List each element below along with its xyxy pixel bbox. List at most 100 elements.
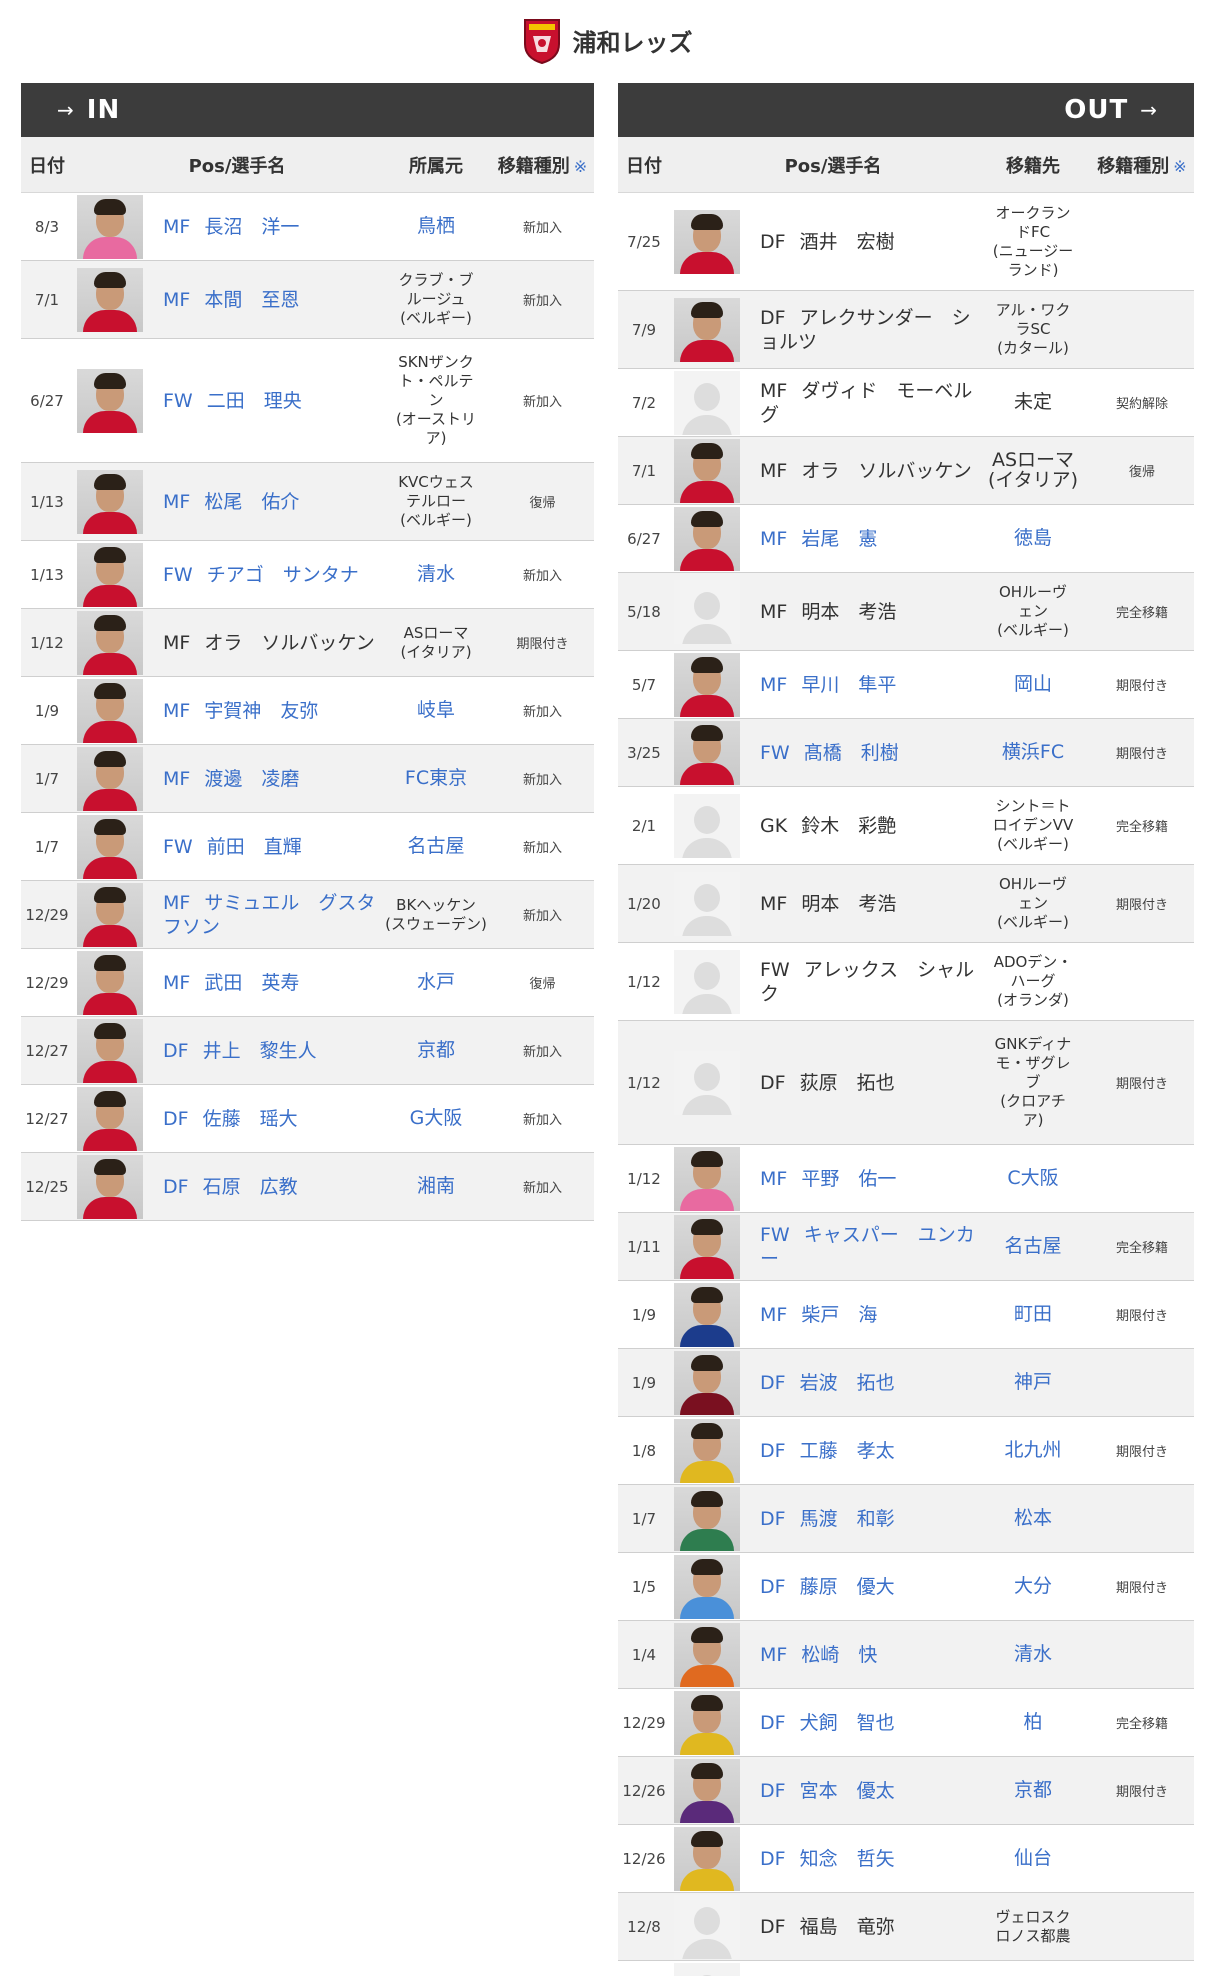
player-name[interactable]: 長沼 洋一 xyxy=(204,216,299,238)
table-row[interactable]: 6/27 FW 二田 理央 SKNザンク ト・ペルテ ン (オーストリ ア) 新加入 xyxy=(21,339,594,463)
player-photo[interactable] xyxy=(674,652,740,717)
club-cell[interactable]: 名古屋 xyxy=(976,1236,1090,1257)
player-name[interactable]: 馬渡 和彰 xyxy=(800,1508,895,1530)
player-photo[interactable] xyxy=(77,882,143,947)
player-photo[interactable] xyxy=(77,746,143,811)
player-name-cell[interactable]: FW 髙橋 利樹 xyxy=(744,741,976,765)
club-cell[interactable]: 岡山 xyxy=(976,674,1090,695)
club-name[interactable]: 京都 xyxy=(417,1039,455,1061)
table-row[interactable]: 12/26 DF 宮本 優太 京都 期限付き xyxy=(618,1757,1194,1825)
table-row[interactable]: 1/12 DF 荻原 拓也 GNKディナ モ・ザグレ ブ (クロアチ ア) 期限付き xyxy=(618,1021,1194,1145)
player-name[interactable]: 平野 佑一 xyxy=(801,1168,896,1190)
player-name-cell[interactable]: MF 早川 隼平 xyxy=(744,673,976,697)
player-name-cell[interactable]: DF 知念 哲矢 xyxy=(744,1847,976,1871)
player-name[interactable]: 犬飼 智也 xyxy=(800,1712,895,1734)
player-name[interactable]: 佐藤 瑶大 xyxy=(203,1108,298,1130)
club-cell[interactable]: C大阪 xyxy=(976,1168,1090,1189)
club-cell[interactable]: 京都 xyxy=(381,1039,491,1061)
table-row[interactable]: 1/12 MF オラ ソルバッケン ASローマ (イタリア) 期限付き xyxy=(21,609,594,677)
player-name[interactable]: 石原 広教 xyxy=(203,1176,298,1198)
club-cell[interactable]: 水戸 xyxy=(381,972,491,993)
player-photo[interactable] xyxy=(77,1018,143,1083)
club-name[interactable]: 京都 xyxy=(1014,1779,1052,1801)
table-row[interactable]: 12/27 DF 佐藤 瑶大 G大阪 新加入 xyxy=(21,1085,594,1153)
table-row[interactable]: 12/25 DF 石原 広教 湘南 新加入 xyxy=(21,1153,594,1221)
player-name-cell[interactable]: DF 石原 広教 xyxy=(147,1175,381,1199)
player-name-cell[interactable]: FW キャスパー ユンカー xyxy=(744,1223,976,1271)
club-name[interactable]: FC東京 xyxy=(405,767,467,789)
table-row[interactable]: 1/5 DF 藤原 優大 大分 期限付き xyxy=(618,1553,1194,1621)
player-photo[interactable] xyxy=(674,1146,740,1211)
club-name[interactable]: 湘南 xyxy=(417,1175,455,1197)
player-name[interactable]: サミュエル グスタフソン xyxy=(163,892,375,938)
player-name[interactable]: 岩波 拓也 xyxy=(800,1372,895,1394)
club-name[interactable]: 仙台 xyxy=(1014,1847,1052,1869)
player-photo[interactable] xyxy=(674,1418,740,1483)
player-photo[interactable] xyxy=(77,678,143,743)
table-row[interactable]: 7/1 MF オラ ソルバッケン ASローマ (イタリア) 復帰 xyxy=(618,437,1194,505)
player-name[interactable]: キャスパー ユンカー xyxy=(760,1224,975,1270)
player-name-cell[interactable]: MF 宇賀神 友弥 xyxy=(147,699,381,723)
player-name[interactable]: 柴戸 海 xyxy=(801,1304,877,1326)
player-name-cell[interactable]: DF 宮本 優太 xyxy=(744,1779,976,1803)
club-cell[interactable]: G大阪 xyxy=(381,1108,491,1129)
table-row[interactable]: 6/27 MF 岩尾 憲 徳島 xyxy=(618,505,1194,573)
player-name-cell[interactable]: MF 岩尾 憲 xyxy=(744,527,976,551)
club-cell[interactable]: 徳島 xyxy=(976,527,1090,549)
player-name-cell[interactable]: MF 松尾 佑介 xyxy=(147,490,381,514)
table-row[interactable]: 7/1 MF 本間 至恩 クラブ・ブ ルージュ (ベルギー) 新加入 xyxy=(21,261,594,339)
table-row[interactable]: 1/13 FW チアゴ サンタナ 清水 新加入 xyxy=(21,541,594,609)
club-cell[interactable]: 松本 xyxy=(976,1507,1090,1529)
club-name[interactable]: 横浜FC xyxy=(1002,741,1064,763)
club-cell[interactable]: 鳥栖 xyxy=(381,216,491,237)
club-cell[interactable]: 町田 xyxy=(976,1303,1090,1325)
player-name[interactable]: 宇賀神 友弥 xyxy=(204,700,318,722)
club-cell[interactable]: 大分 xyxy=(976,1575,1090,1597)
player-photo[interactable] xyxy=(674,720,740,785)
club-name[interactable]: 大分 xyxy=(1014,1575,1052,1597)
table-row[interactable]: 1/9 MF 宇賀神 友弥 岐阜 新加入 xyxy=(21,677,594,745)
club-name[interactable]: 徳島 xyxy=(1014,527,1052,549)
table-row[interactable]: 1/12 MF 平野 佑一 C大阪 xyxy=(618,1145,1194,1213)
note-link[interactable]: ※ xyxy=(574,157,587,176)
table-row[interactable]: 7/25 DF 酒井 宏樹 オークラン ドFC (ニュージー ランド) xyxy=(618,193,1194,291)
table-row[interactable]: 7/2 MF ダヴィド モーベルグ 未定 契約解除 xyxy=(618,369,1194,437)
player-photo[interactable] xyxy=(77,950,143,1015)
player-name[interactable]: 松尾 佑介 xyxy=(204,491,299,513)
player-name-cell[interactable]: DF 佐藤 瑶大 xyxy=(147,1107,381,1131)
club-name[interactable]: 松本 xyxy=(1014,1507,1052,1529)
player-name-cell[interactable]: FW 二田 理央 xyxy=(147,389,381,413)
player-photo[interactable] xyxy=(77,267,143,332)
club-name[interactable]: 町田 xyxy=(1014,1303,1052,1325)
player-name-cell[interactable]: MF 長沼 洋一 xyxy=(147,215,381,239)
player-name[interactable]: 前田 直輝 xyxy=(207,836,302,858)
player-name-cell[interactable]: MF 本間 至恩 xyxy=(147,288,381,312)
player-name[interactable]: 本間 至恩 xyxy=(204,289,299,311)
table-row[interactable]: 1/7 FW 前田 直輝 名古屋 新加入 xyxy=(21,813,594,881)
club-cell[interactable]: 神戸 xyxy=(976,1372,1090,1393)
table-row[interactable]: 12/8 DF 福島 竜弥 ヴェロスク ロノス都農 xyxy=(618,1893,1194,1961)
player-name[interactable]: 藤原 優大 xyxy=(800,1576,895,1598)
club-cell[interactable]: 岐阜 xyxy=(381,700,491,721)
player-name[interactable]: 工藤 孝太 xyxy=(800,1440,895,1462)
club-cell[interactable]: FC東京 xyxy=(381,767,491,789)
table-row[interactable]: 1/9 DF 岩波 拓也 神戸 xyxy=(618,1349,1194,1417)
player-photo[interactable] xyxy=(674,1758,740,1823)
club-cell[interactable]: 名古屋 xyxy=(381,836,491,857)
player-photo[interactable] xyxy=(674,1622,740,1687)
table-row[interactable]: 2/1 GK 鈴木 彩艶 シント＝ト ロイデンVV (ベルギー) 完全移籍 xyxy=(618,787,1194,865)
table-row[interactable]: 12/26 DF 知念 哲矢 仙台 xyxy=(618,1825,1194,1893)
player-name[interactable]: 渡邊 凌磨 xyxy=(204,768,299,790)
player-name[interactable]: 武田 英寿 xyxy=(204,972,299,994)
player-photo[interactable] xyxy=(674,1826,740,1891)
table-row[interactable]: 11/27FWホセ カンテ引退 xyxy=(618,1961,1194,1976)
club-cell[interactable]: 仙台 xyxy=(976,1847,1090,1869)
club-cell[interactable]: 北九州 xyxy=(976,1440,1090,1461)
player-name-cell[interactable]: MF 武田 英寿 xyxy=(147,971,381,995)
player-name[interactable]: 知念 哲矢 xyxy=(800,1848,895,1870)
club-cell[interactable]: 湘南 xyxy=(381,1175,491,1197)
table-row[interactable]: 1/13 MF 松尾 佑介 KVCウェス テルロー (ベルギー) 復帰 xyxy=(21,463,594,541)
club-cell[interactable]: 京都 xyxy=(976,1779,1090,1801)
player-name-cell[interactable]: DF 井上 黎生人 xyxy=(147,1039,381,1063)
table-row[interactable]: 1/8 DF 工藤 孝太 北九州 期限付き xyxy=(618,1417,1194,1485)
